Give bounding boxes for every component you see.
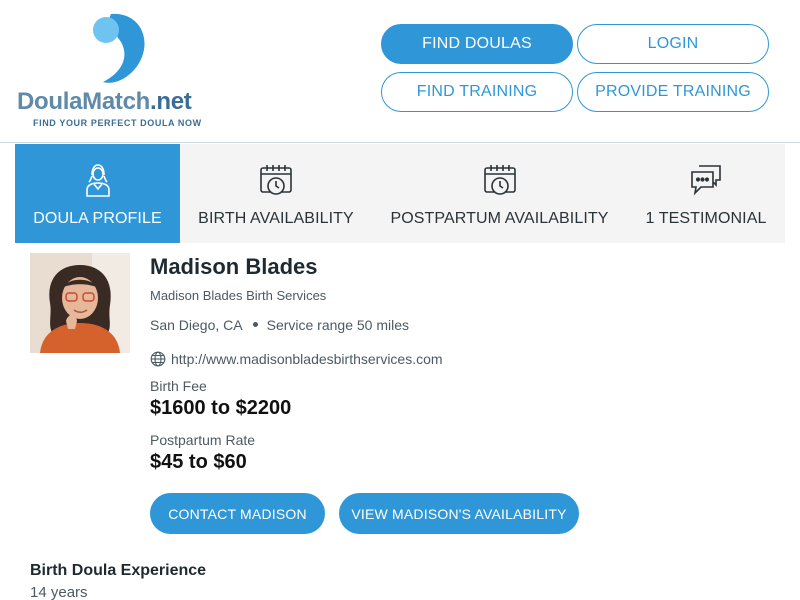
logo-tagline: FIND YOUR PERFECT DOULA NOW	[33, 118, 202, 128]
location-row: San Diego, CA Service range 50 miles	[150, 317, 409, 333]
site-logo[interactable]: DoulaMatch.net FIND YOUR PERFECT DOULA N…	[15, 8, 220, 133]
tab-birth-availability-label: BIRTH AVAILABILITY	[198, 210, 354, 227]
postpartum-rate-label: Postpartum Rate	[150, 432, 256, 448]
chat-bubbles-icon	[688, 162, 724, 198]
logo-name-suffix: .net	[150, 88, 192, 115]
tab-testimonials[interactable]: 1 TESTIMONIAL	[627, 144, 785, 243]
site-header: DoulaMatch.net FIND YOUR PERFECT DOULA N…	[0, 0, 800, 143]
contact-button[interactable]: CONTACT MADISON	[150, 493, 325, 534]
doula-person-icon	[80, 162, 116, 198]
website-link[interactable]: http://www.madisonbladesbirthservices.co…	[171, 351, 443, 367]
website-row[interactable]: http://www.madisonbladesbirthservices.co…	[150, 351, 443, 367]
service-range: Service range 50 miles	[266, 317, 410, 333]
birth-fee-label: Birth Fee	[150, 378, 207, 394]
globe-icon	[150, 351, 166, 367]
logo-name-main: DoulaMatch	[17, 88, 151, 115]
city: San Diego, CA	[150, 317, 243, 333]
business-name: Madison Blades Birth Services	[150, 288, 327, 303]
find-doulas-button[interactable]: FIND DOULAS	[381, 24, 573, 64]
logo-mark-icon	[93, 13, 145, 83]
find-training-button[interactable]: FIND TRAINING	[381, 72, 573, 112]
tab-postpartum-availability-label: POSTPARTUM AVAILABILITY	[390, 210, 609, 227]
view-availability-button[interactable]: VIEW MADISON'S AVAILABILITY	[339, 493, 579, 534]
logo-wordmark: DoulaMatch.net	[17, 88, 192, 116]
tab-birth-availability[interactable]: BIRTH AVAILABILITY	[180, 144, 372, 243]
experience-title: Birth Doula Experience	[30, 562, 207, 579]
tab-doula-profile[interactable]: DOULA PROFILE	[15, 144, 180, 243]
calendar-clock-icon	[258, 162, 294, 198]
doula-photo	[30, 253, 130, 353]
tab-doula-profile-label: DOULA PROFILE	[33, 210, 162, 227]
separator-dot	[252, 321, 258, 327]
tab-testimonials-label: 1 TESTIMONIAL	[645, 210, 767, 227]
login-button[interactable]: LOGIN	[577, 24, 769, 64]
provide-training-button[interactable]: PROVIDE TRAINING	[577, 72, 769, 112]
calendar-clock-icon	[482, 162, 518, 198]
birth-fee-value: $1600 to $2200	[150, 397, 292, 419]
doula-name: Madison Blades	[150, 254, 318, 279]
tab-postpartum-availability[interactable]: POSTPARTUM AVAILABILITY	[372, 144, 627, 243]
profile-tabs: DOULA PROFILE BIRTH AVAILABILITY POSTPAR…	[15, 144, 785, 243]
experience-value: 14 years	[30, 584, 88, 600]
postpartum-rate-value: $45 to $60	[150, 451, 247, 473]
